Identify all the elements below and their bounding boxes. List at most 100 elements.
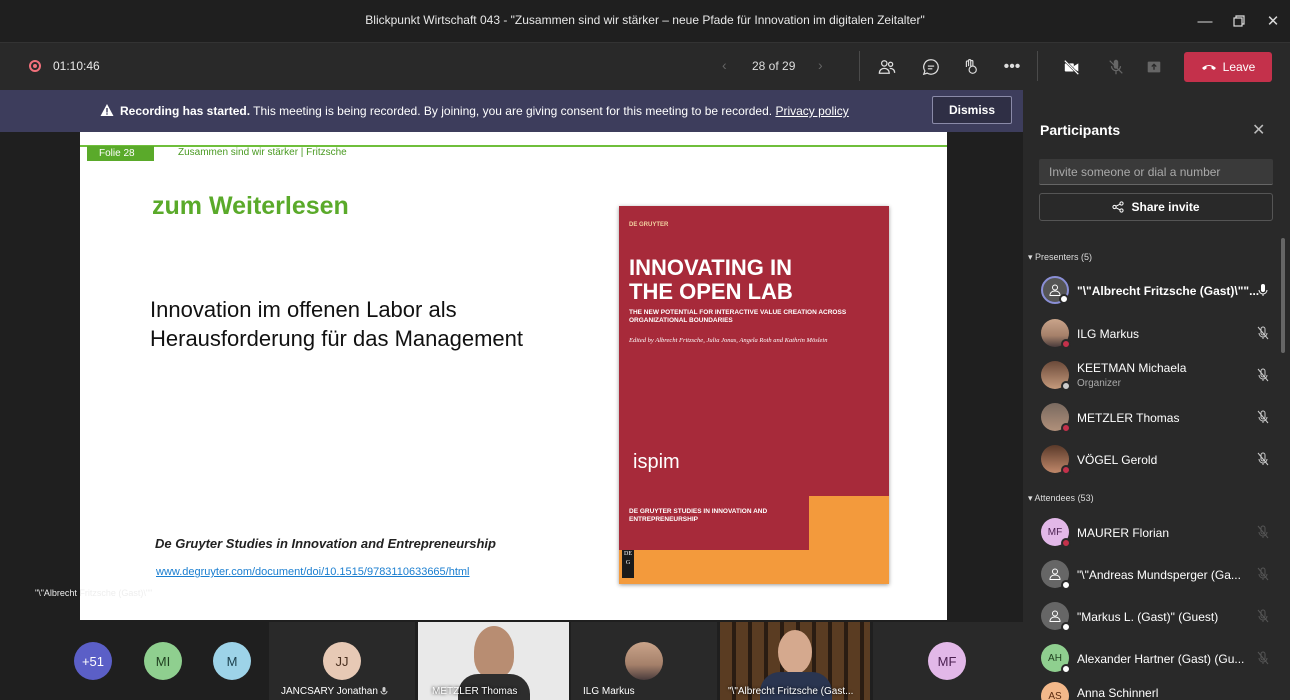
participant-name: ILG Markus	[1077, 327, 1140, 341]
slide-heading: zum Weiterlesen	[152, 192, 349, 220]
presence-badge	[1061, 423, 1071, 433]
meeting-toolbar: 01:10:46 ‹ 28 of 29 › ••• Leave	[0, 42, 1290, 90]
attendees-section-header[interactable]: ▾ Attendees (53)	[1028, 493, 1094, 504]
slide-subtitle: Zusammen sind wir stärker | Fritzsche	[178, 147, 347, 158]
participant-row[interactable]: "Markus L. (Gast)" (Guest)	[1037, 598, 1277, 636]
gallery-tile-ilg[interactable]: ILG Markus	[571, 622, 717, 700]
dismiss-button[interactable]: Dismiss	[932, 96, 1012, 124]
previous-slide-button[interactable]: ‹	[722, 57, 727, 73]
book-cover: DE GRUYTER INNOVATING IN THE OPEN LAB TH…	[619, 206, 889, 584]
participant-row[interactable]: AH Alexander Hartner (Gast) (Gu...	[1037, 640, 1277, 678]
leave-button[interactable]: Leave	[1184, 52, 1272, 82]
reactions-button[interactable]	[956, 53, 984, 81]
minimize-button[interactable]: —	[1190, 8, 1220, 34]
presence-badge	[1061, 538, 1071, 548]
avatar-initials: AS	[1048, 690, 1062, 700]
presenter-caption: "\"Albrecht Fritzsche (Gast)\""	[35, 588, 153, 598]
microphone-off-icon	[1257, 368, 1269, 382]
book-title-line: INNOVATING IN	[629, 255, 792, 280]
share-invite-label: Share invite	[1131, 200, 1200, 214]
participant-row[interactable]: KEETMAN Michaela Organizer	[1037, 357, 1277, 395]
book-editors: Edited by Albrecht Fritzsche, Julia Jona…	[629, 337, 828, 344]
presentation-slide: Folie 28 Zusammen sind wir stärker | Fri…	[80, 132, 947, 620]
participant-name: "Markus L. (Gast)" (Guest)	[1077, 610, 1219, 624]
camera-off-icon	[1064, 59, 1080, 75]
slide-pager: ‹ 28 of 29 ›	[722, 57, 830, 77]
gallery-avatar[interactable]: MI	[144, 642, 182, 680]
slide-doi-link[interactable]: www.degruyter.com/document/doi/10.1515/9…	[156, 566, 470, 578]
microphone-disabled-icon	[1257, 609, 1269, 623]
slide-series-title: De Gruyter Studies in Innovation and Ent…	[155, 536, 496, 551]
mic-toggle-button[interactable]	[1102, 53, 1130, 81]
participant-name: MAURER Florian	[1077, 526, 1170, 540]
restore-icon	[1233, 15, 1245, 27]
gallery-video-fritzsche[interactable]: "\"Albrecht Fritzsche (Gast...	[720, 622, 870, 700]
camera-toggle-button[interactable]	[1058, 53, 1086, 81]
participant-name: "\"Albrecht Fritzsche (Gast)\""...	[1077, 284, 1260, 298]
participants-panel: Participants ✕ Invite someone or dial a …	[1023, 90, 1290, 700]
microphone-icon	[1258, 284, 1268, 296]
participant-row[interactable]: "\"Albrecht Fritzsche (Gast)\""...	[1037, 272, 1277, 310]
more-options-icon[interactable]: •••	[998, 53, 1026, 81]
people-icon	[878, 60, 896, 74]
person-icon	[1049, 568, 1061, 580]
presence-badge	[1061, 381, 1071, 391]
panel-title: Participants	[1040, 122, 1121, 138]
leave-label: Leave	[1222, 60, 1256, 74]
next-slide-button[interactable]: ›	[818, 57, 823, 73]
avatar	[1041, 361, 1071, 391]
gallery-avatar: MF	[928, 642, 966, 680]
slide-number-tag: Folie 28	[87, 146, 154, 161]
gallery-avatar[interactable]: M	[213, 642, 251, 680]
participants-button[interactable]	[873, 53, 901, 81]
video-person	[474, 626, 514, 678]
share-invite-button[interactable]: Share invite	[1039, 193, 1273, 221]
presenters-header-label: Presenters (5)	[1035, 252, 1093, 262]
gallery-tile-jancsary[interactable]: JJ JANCSARY Jonathan	[269, 622, 415, 700]
book-subtitle: THE NEW POTENTIAL FOR INTERACTIVE VALUE …	[629, 309, 847, 324]
participant-row[interactable]: ILG Markus	[1037, 315, 1277, 353]
book-series: DE GRUYTER STUDIES IN INNOVATION AND ENT…	[629, 508, 768, 523]
presence-badge	[1061, 465, 1071, 475]
participant-row[interactable]: VÖGEL Gerold	[1037, 441, 1277, 479]
avatar: MF	[1041, 518, 1071, 548]
presence-badge	[1061, 622, 1071, 632]
video-person	[778, 630, 812, 674]
gallery-tile-mf[interactable]: MF	[873, 622, 1023, 700]
gallery-tile-name: JANCSARY Jonathan	[281, 686, 378, 697]
privacy-policy-link[interactable]: Privacy policy	[775, 104, 848, 118]
raise-hand-icon	[965, 59, 977, 74]
participants-scrollbar[interactable]	[1281, 238, 1285, 353]
slide-page-indicator: 28 of 29	[752, 59, 796, 73]
close-panel-icon[interactable]: ✕	[1252, 120, 1265, 140]
participant-row[interactable]: METZLER Thomas	[1037, 399, 1277, 437]
slide-body: Innovation im offenen Labor als Herausfo…	[150, 295, 600, 353]
participant-name: Anna Schinnerl	[1077, 686, 1159, 700]
close-window-button[interactable]: ✕	[1258, 8, 1288, 34]
microphone-disabled-icon	[1109, 59, 1123, 75]
overflow-participants-button[interactable]: +51	[74, 642, 112, 680]
share-tray-icon	[1147, 61, 1161, 73]
gallery-tile-name: "\"Albrecht Fritzsche (Gast...	[728, 686, 854, 697]
participant-role: Organizer	[1077, 378, 1121, 389]
meeting-timer: 01:10:46	[53, 59, 100, 73]
maximize-button[interactable]	[1224, 8, 1254, 34]
gallery-tile-name: METZLER Thomas	[432, 686, 518, 697]
share-screen-button[interactable]	[1140, 53, 1168, 81]
avatar	[1041, 560, 1071, 590]
avatar	[1041, 403, 1071, 433]
microphone-off-icon	[1257, 452, 1269, 466]
toolbar-divider	[859, 51, 860, 81]
avatar	[1041, 276, 1069, 304]
presenters-section-header[interactable]: ▾ Presenters (5)	[1028, 252, 1092, 263]
chat-button[interactable]	[917, 53, 945, 81]
share-icon	[1112, 201, 1125, 213]
avatar	[1041, 319, 1071, 349]
invite-input[interactable]: Invite someone or dial a number	[1039, 159, 1273, 185]
microphone-off-icon	[1257, 410, 1269, 424]
recording-message-text: This meeting is being recorded. By joini…	[250, 104, 776, 118]
participant-row[interactable]: "\"Andreas Mundsperger (Ga...	[1037, 556, 1277, 594]
participant-row[interactable]: AS Anna Schinnerl	[1037, 678, 1277, 700]
gallery-video-metzler[interactable]: METZLER Thomas	[418, 622, 569, 700]
participant-row[interactable]: MF MAURER Florian	[1037, 514, 1277, 552]
